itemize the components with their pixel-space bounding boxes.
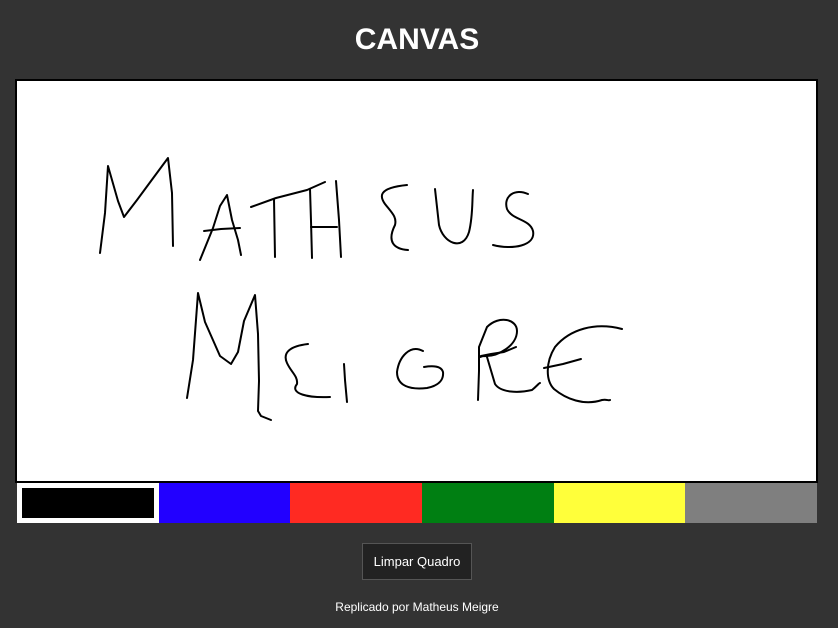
credit-text: Replicado por Matheus Meigre: [335, 600, 499, 614]
page-title: CANVAS: [354, 23, 480, 56]
freehand-drawing: [99, 157, 623, 421]
color-swatch-black[interactable]: [17, 483, 159, 523]
color-swatch-yellow[interactable]: [554, 483, 685, 523]
drawing-surface[interactable]: [17, 81, 816, 481]
color-swatch-red[interactable]: [290, 483, 422, 523]
color-palette: [17, 483, 817, 523]
color-swatch-gray[interactable]: [685, 483, 817, 523]
canvas-app: CANVAS Limpar Quadro Replicado por Mathe…: [0, 0, 838, 628]
drawing-canvas[interactable]: [15, 79, 818, 483]
color-swatch-green[interactable]: [422, 483, 554, 523]
color-swatch-blue[interactable]: [159, 483, 290, 523]
clear-board-button[interactable]: Limpar Quadro: [362, 543, 472, 580]
